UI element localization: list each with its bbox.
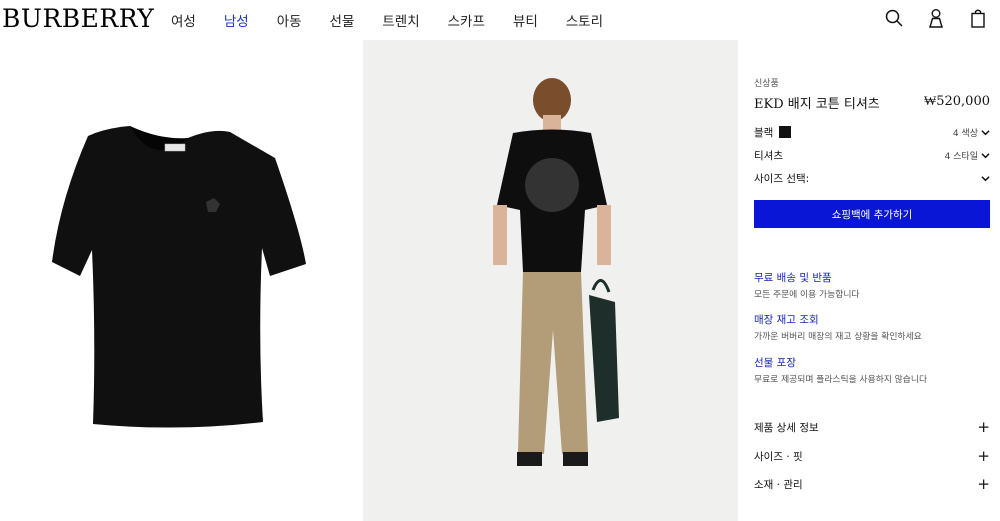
- color-label: 블랙: [754, 126, 774, 139]
- accordion-label: 사이즈 · 핏: [754, 450, 803, 463]
- header-actions: [884, 7, 988, 29]
- plus-icon: +: [977, 417, 990, 436]
- accordion-product-details[interactable]: 제품 상세 정보 +: [754, 419, 990, 435]
- nav-item-stories[interactable]: 스토리: [566, 10, 603, 30]
- service-stock-desc: 가까운 버버리 매장의 재고 상황을 확인하세요: [754, 332, 922, 342]
- size-selector[interactable]: 사이즈 선택:: [754, 170, 990, 186]
- accordion-label: 소재 · 관리: [754, 478, 803, 491]
- chevron-down-icon: [981, 152, 990, 158]
- product-image-model[interactable]: [363, 40, 738, 521]
- product-image-flat[interactable]: [0, 40, 362, 521]
- color-count-group: 4 색상: [953, 126, 990, 139]
- nav-item-men[interactable]: 남성: [224, 10, 249, 30]
- plus-icon: +: [977, 474, 990, 493]
- color-label-group: 블랙: [754, 125, 792, 140]
- search-icon[interactable]: [884, 7, 904, 29]
- size-label: 사이즈 선택:: [754, 172, 810, 185]
- site-header: BURBERRY 여성 남성 아동 선물 트렌치 스카프 뷰티 스토리: [0, 0, 1000, 40]
- product-name: EKD 배지 코튼 티셔츠: [754, 97, 880, 112]
- tshirt-flat-illustration: [52, 126, 306, 428]
- product-info-panel: 신상품 EKD 배지 코튼 티셔츠 ₩520,000 블랙 4 색상 티셔츠 4…: [740, 40, 1000, 521]
- nav-item-scarves[interactable]: 스카프: [448, 10, 485, 30]
- style-count-group: 4 스타일: [945, 149, 990, 162]
- main-nav: 여성 남성 아동 선물 트렌치 스카프 뷰티 스토리: [171, 10, 631, 30]
- brand-logo[interactable]: BURBERRY: [2, 4, 154, 33]
- color-swatch: [779, 126, 792, 138]
- new-arrival-tag: 신상품: [754, 79, 779, 89]
- service-shipping-desc: 모든 주문에 이용 가능합니다: [754, 290, 860, 300]
- nav-item-children[interactable]: 아동: [277, 10, 302, 30]
- chevron-down-icon: [981, 175, 990, 181]
- plus-icon: +: [977, 446, 990, 465]
- service-gift-desc: 무료로 제공되며 플라스틱을 사용하지 않습니다: [754, 375, 928, 385]
- style-label: 티셔츠: [754, 149, 783, 162]
- style-count: 4 스타일: [944, 151, 978, 162]
- color-count: 4 색상: [952, 128, 978, 139]
- chevron-down-icon: [981, 129, 990, 135]
- nav-item-gifts[interactable]: 선물: [330, 10, 355, 30]
- accordion-size-fit[interactable]: 사이즈 · 핏 +: [754, 448, 990, 464]
- accordion-label: 제품 상세 정보: [754, 421, 819, 434]
- style-selector[interactable]: 티셔츠 4 스타일: [754, 147, 990, 163]
- service-gift-link[interactable]: 선물 포장: [754, 355, 796, 370]
- accordion-material-care[interactable]: 소재 · 관리 +: [754, 476, 990, 492]
- product-price: ₩520,000: [923, 94, 990, 109]
- color-selector[interactable]: 블랙 4 색상: [754, 124, 990, 140]
- nav-item-beauty[interactable]: 뷰티: [513, 10, 538, 30]
- service-stock-link[interactable]: 매장 재고 조회: [754, 312, 819, 327]
- service-shipping-link[interactable]: 무료 배송 및 반품: [754, 270, 832, 285]
- nav-item-women[interactable]: 여성: [171, 10, 196, 30]
- account-icon[interactable]: [926, 7, 946, 29]
- nav-item-trench[interactable]: 트렌치: [382, 10, 419, 30]
- shopping-bag-icon[interactable]: [968, 7, 988, 29]
- add-to-bag-button[interactable]: 쇼핑백에 추가하기: [754, 200, 990, 228]
- model-back-illustration: [493, 78, 619, 466]
